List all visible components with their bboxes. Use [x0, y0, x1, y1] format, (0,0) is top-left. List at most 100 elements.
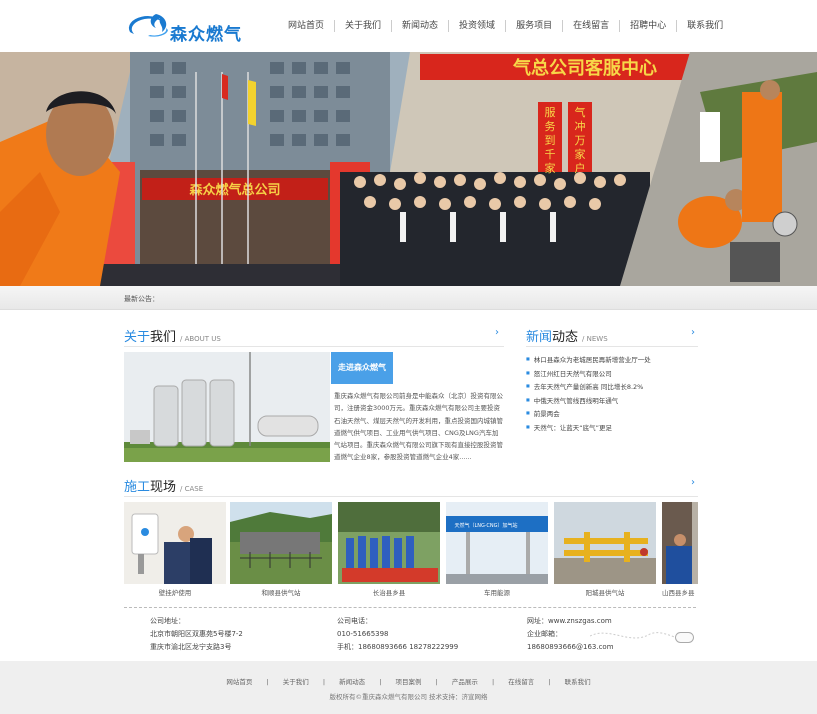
- case-card[interactable]: 长治县乡县: [338, 502, 440, 597]
- footer-links: 网站首页 | 关于我们 | 新闻动态 | 项目案例 | 产品展示 | 在线留言 …: [0, 676, 817, 686]
- news-section-title: 新闻动态 / NEWS: [526, 326, 608, 345]
- about-more-chevron-icon[interactable]: ›: [495, 327, 499, 338]
- nav-services[interactable]: 服务项目: [506, 18, 562, 34]
- case-image: [230, 502, 332, 584]
- footer-separator: |: [491, 678, 495, 686]
- footer: 网站首页 | 关于我们 | 新闻动态 | 项目案例 | 产品展示 | 在线留言 …: [0, 661, 817, 714]
- case-image: [338, 502, 440, 584]
- case-card[interactable]: 和顺县供气站: [230, 502, 332, 597]
- nav-about[interactable]: 关于我们: [335, 18, 391, 34]
- case-card[interactable]: 山西县乡县: [662, 502, 698, 596]
- couplet-char: 气: [575, 105, 586, 119]
- footer-separator: |: [548, 678, 551, 686]
- news-list: 林口县森众为老城居民再新增营业厅一处 怒江州红日天然气有限公司 去年天然气产量创…: [526, 353, 651, 435]
- footer-link-cases[interactable]: 项目案例: [396, 678, 422, 686]
- news-title-rest: 动态: [552, 330, 579, 345]
- footer-separator: |: [379, 678, 382, 686]
- news-item[interactable]: 林口县森众为老城居民再新增营业厅一处: [526, 353, 651, 367]
- case-label: 阳城县供气站: [585, 589, 625, 597]
- notice-label: 最新公告：: [124, 295, 159, 303]
- couplet-char: 千: [545, 148, 556, 161]
- case-image: [554, 502, 656, 584]
- about-description: 重庆森众燃气有限公司前身是中能森众（北京）投资有限公司，注册资金3000万元。重…: [334, 392, 503, 462]
- case-title-highlight: 施工: [124, 480, 151, 495]
- couplet-char: 万: [575, 134, 586, 147]
- station-sign-text: 天然气（LNG·CNG）加气站: [454, 522, 517, 529]
- case-label: 山西县乡县: [662, 589, 695, 596]
- phone-label: 公司电话：: [337, 617, 372, 625]
- case-title-en: / CASE: [180, 485, 204, 493]
- couplet-char: 家: [575, 147, 586, 161]
- couplet-char: 到: [545, 134, 556, 147]
- phone-number: 010-51665398: [337, 630, 389, 638]
- case-label: 和顺县供气站: [261, 589, 301, 597]
- nav-contact[interactable]: 联系我们: [677, 18, 733, 34]
- hero-banner[interactable]: 森众燃气总公司 气总公司客服中心 服 务 到 千 家 气 冲 万 家 户: [0, 52, 817, 286]
- about-section-title: 关于我们 / ABOUT US: [124, 326, 221, 345]
- news-item[interactable]: 天然气：让蓝天“底气”更足: [526, 421, 651, 435]
- divider: [124, 496, 698, 497]
- mobile-numbers: 手机：18680893666 18278222999: [337, 643, 459, 651]
- couplet-char: 冲: [575, 119, 586, 133]
- case-image: [662, 502, 698, 584]
- nav-home[interactable]: 网站首页: [278, 18, 334, 34]
- couplet-char: 家: [545, 161, 556, 175]
- footer-link-products[interactable]: 产品展示: [452, 678, 478, 686]
- nav-jobs[interactable]: 招聘中心: [620, 18, 676, 34]
- phone-block: 公司电话： 010-51665398 手机：18680893666 182782…: [337, 615, 458, 654]
- divider: [526, 346, 698, 347]
- copyright: 版权所有©重庆森众燃气有限公司 技术支持：济宣网络: [329, 693, 488, 701]
- news-more-chevron-icon[interactable]: ›: [691, 327, 695, 338]
- footer-separator: |: [266, 678, 269, 686]
- nav-message[interactable]: 在线留言: [563, 18, 619, 34]
- news-item[interactable]: 去年天然气产量创新高 同比增长8.2%: [526, 380, 651, 394]
- footer-link-message[interactable]: 在线留言: [508, 678, 534, 686]
- footer-separator: |: [322, 678, 326, 686]
- footer-link-contact[interactable]: 联系我们: [565, 678, 591, 686]
- news-title-highlight: 新闻: [526, 330, 553, 345]
- footer-link-home[interactable]: 网站首页: [226, 678, 252, 686]
- case-card[interactable]: 天然气（LNG·CNG）加气站 车用能源: [446, 502, 548, 597]
- nav-investment[interactable]: 投资领域: [449, 18, 505, 34]
- news-item[interactable]: 中俄天然气管线西线明年通气: [526, 394, 651, 408]
- about-title-highlight: 关于: [124, 330, 151, 345]
- case-label: 长治县乡县: [372, 589, 406, 597]
- notice-bar: 最新公告：: [0, 286, 817, 310]
- case-label: 壁挂炉使用: [158, 589, 192, 597]
- news-title-en: / NEWS: [582, 335, 608, 343]
- news-item[interactable]: 前景两会: [526, 407, 651, 421]
- couplet-char: 服: [545, 106, 556, 119]
- about-title-rest: 我们: [150, 330, 177, 345]
- building-sign-text: 森众燃气总公司: [189, 182, 280, 198]
- banner-sign-text: 气总公司客服中心: [512, 57, 657, 79]
- address-block: 公司地址： 北京市朝阳区双惠苑5号楼7-2 重庆市渝北区龙宁支路3号: [150, 615, 243, 654]
- case-title-rest: 现场: [150, 480, 177, 495]
- gas-station-photo: [124, 352, 330, 462]
- main-nav: 网站首页 关于我们 新闻动态 投资领域 服务项目 在线留言 招聘中心 联系我们: [278, 18, 733, 34]
- case-image: [124, 502, 226, 584]
- case-more-chevron-icon[interactable]: ›: [691, 477, 695, 488]
- couplet-char: 户: [575, 161, 586, 175]
- case-card[interactable]: 阳城县供气站: [554, 502, 656, 597]
- case-label: 车用能源: [484, 589, 510, 597]
- brand-name[interactable]: 森众燃气: [170, 20, 242, 45]
- address-line-1: 北京市朝阳区双惠苑5号楼7-2: [150, 630, 243, 638]
- header: 森众燃气 网站首页 关于我们 新闻动态 投资领域 服务项目 在线留言 招聘中心 …: [0, 0, 817, 52]
- couplet-char: 务: [545, 120, 556, 133]
- footer-separator: |: [435, 678, 438, 686]
- contact-divider: [124, 607, 696, 608]
- divider: [124, 346, 504, 347]
- about-title-en: / ABOUT US: [180, 335, 221, 343]
- about-tag-button[interactable]: 走进森众燃气: [331, 352, 393, 384]
- case-card[interactable]: 壁挂炉使用: [124, 502, 226, 597]
- nav-news[interactable]: 新闻动态: [392, 18, 448, 34]
- toggle-switch[interactable]: [675, 632, 694, 643]
- footer-link-about[interactable]: 关于我们: [283, 678, 309, 686]
- address-line-2: 重庆市渝北区龙宁支路3号: [150, 643, 232, 651]
- case-image: 天然气（LNG·CNG）加气站: [446, 502, 548, 584]
- about-image[interactable]: [124, 352, 330, 462]
- decorative-curve-icon: [590, 632, 679, 639]
- news-item[interactable]: 怒江州红日天然气有限公司: [526, 367, 651, 381]
- address-label: 公司地址：: [150, 617, 185, 625]
- footer-link-news[interactable]: 新闻动态: [339, 678, 365, 686]
